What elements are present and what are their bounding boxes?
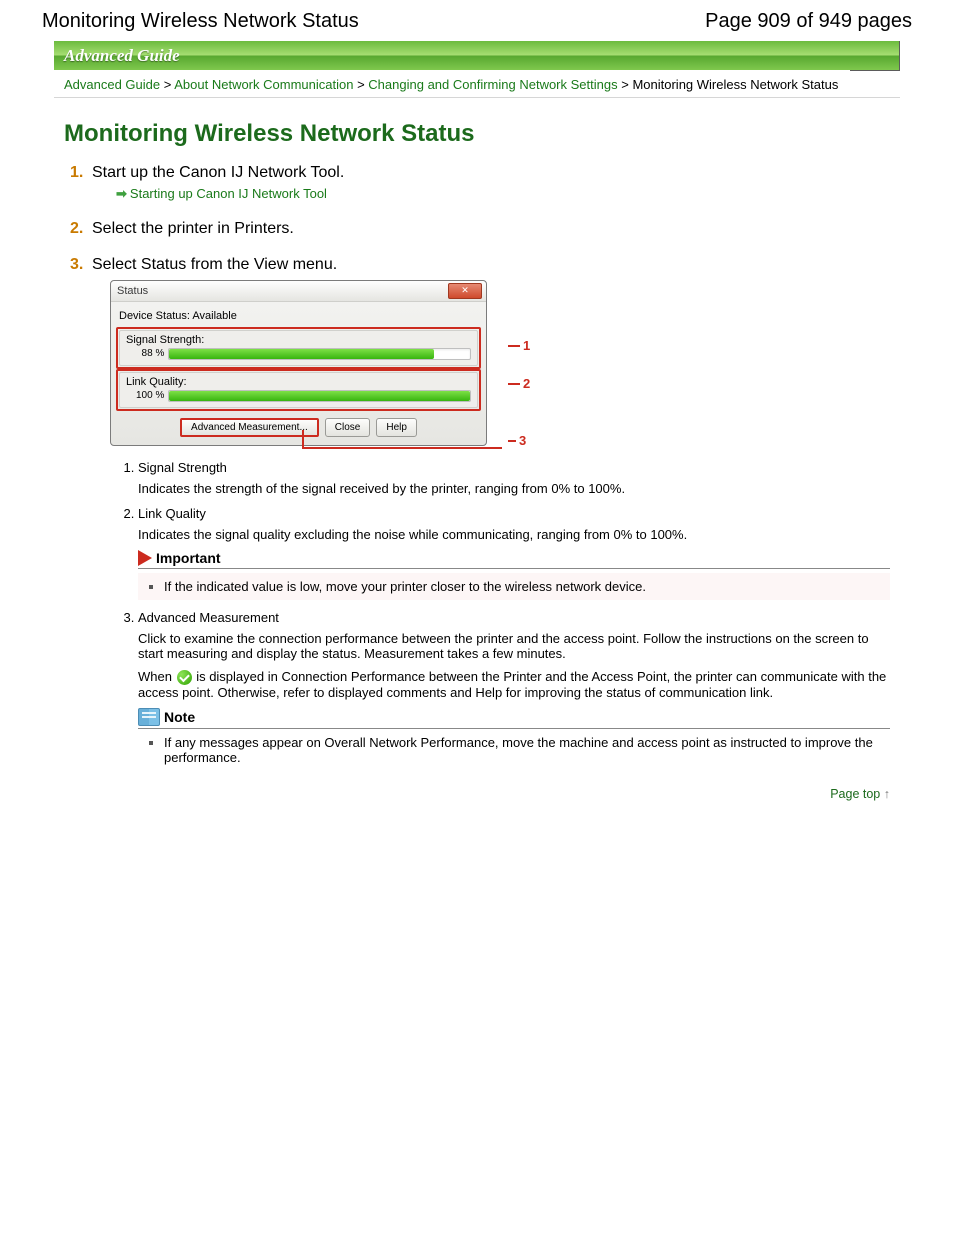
page-counter: Page 909 of 949 pages xyxy=(705,10,912,33)
important-text: If the indicated value is low, move your… xyxy=(164,579,646,594)
explain-3-heading: Advanced Measurement xyxy=(138,610,279,625)
explain-3-body2: When is displayed in Connection Performa… xyxy=(138,669,890,700)
close-button[interactable]: Close xyxy=(325,418,371,437)
signal-strength-bar xyxy=(168,348,471,360)
explain-3-body: Click to examine the connection performa… xyxy=(138,631,890,661)
explain-1: Signal Strength Indicates the strength o… xyxy=(138,460,890,496)
explain-2-body: Indicates the signal quality excluding t… xyxy=(138,527,890,542)
callout-1: 1 xyxy=(523,338,530,353)
breadcrumb-link-changing-confirming-network-settings[interactable]: Changing and Confirming Network Settings xyxy=(368,77,617,92)
status-dialog-buttons: Advanced Measurement... Close Help xyxy=(119,418,478,437)
explain-list: Signal Strength Indicates the strength o… xyxy=(92,460,890,769)
breadcrumb-link-advanced-guide[interactable]: Advanced Guide xyxy=(64,77,160,92)
breadcrumb-sep: > xyxy=(357,77,368,92)
step-2: Select the printer in Printers. xyxy=(64,220,890,238)
header: Monitoring Wireless Network Status Page … xyxy=(42,6,912,41)
note-title: Note xyxy=(164,709,195,725)
explain-1-body: Indicates the strength of the signal rec… xyxy=(138,481,890,496)
link-starting-up-canon-ij-network-tool[interactable]: Starting up Canon IJ Network Tool xyxy=(130,186,327,201)
page-top-link[interactable]: Page top ↑ xyxy=(64,787,890,801)
step-1: Start up the Canon IJ Network Tool. ➡Sta… xyxy=(64,164,890,202)
steps-list: Start up the Canon IJ Network Tool. ➡Sta… xyxy=(64,164,890,769)
explain-1-heading: Signal Strength xyxy=(138,460,227,475)
advanced-measurement-button[interactable]: Advanced Measurement... xyxy=(180,418,319,437)
step-1-text: Start up the Canon IJ Network Tool. xyxy=(92,164,344,181)
breadcrumb-sep: > xyxy=(621,77,632,92)
important-title: Important xyxy=(156,550,221,566)
link-quality-group: Link Quality: 100 % xyxy=(119,372,478,408)
signal-strength-label: Signal Strength: xyxy=(126,334,471,346)
arrow-icon: ➡ xyxy=(116,186,127,201)
note-box: Note If any messages appear on Overall N… xyxy=(138,708,890,769)
explain-2-heading: Link Quality xyxy=(138,506,206,521)
step-2-text: Select the printer in Printers. xyxy=(92,220,294,237)
signal-strength-group: Signal Strength: 88 % xyxy=(119,330,478,366)
signal-strength-value: 88 % xyxy=(126,348,164,359)
status-dialog-titlebar: Status ✕ xyxy=(111,281,486,302)
note-text: If any messages appear on Overall Networ… xyxy=(164,735,873,765)
callout-3: 3 xyxy=(519,433,526,448)
important-icon xyxy=(138,550,152,566)
explain-2: Link Quality Indicates the signal qualit… xyxy=(138,506,890,600)
breadcrumb-link-about-network-communication[interactable]: About Network Communication xyxy=(174,77,353,92)
link-quality-label: Link Quality: xyxy=(126,376,471,388)
breadcrumb: Advanced Guide > About Network Communica… xyxy=(54,70,900,98)
up-arrow-icon: ↑ xyxy=(884,787,890,801)
note-icon xyxy=(138,708,160,726)
status-dialog-title: Status xyxy=(117,285,148,297)
device-status-text: Device Status: Available xyxy=(119,308,478,324)
page-title-left: Monitoring Wireless Network Status xyxy=(42,10,359,33)
status-dialog-screenshot: Status ✕ Device Status: Available Signal… xyxy=(110,280,890,446)
link-quality-value: 100 % xyxy=(126,390,164,401)
breadcrumb-sep: > xyxy=(164,77,175,92)
article-title: Monitoring Wireless Network Status xyxy=(64,120,890,148)
link-quality-bar xyxy=(168,390,471,402)
breadcrumb-current: Monitoring Wireless Network Status xyxy=(632,77,838,92)
explain-3: Advanced Measurement Click to examine th… xyxy=(138,610,890,769)
step-3-text: Select Status from the View menu. xyxy=(92,256,337,273)
step-3: Select Status from the View menu. Status… xyxy=(64,256,890,769)
section-banner: Advanced Guide xyxy=(54,41,900,70)
help-button[interactable]: Help xyxy=(376,418,417,437)
status-dialog: Status ✕ Device Status: Available Signal… xyxy=(110,280,487,446)
close-icon[interactable]: ✕ xyxy=(448,283,482,299)
step-1-sublink: ➡Starting up Canon IJ Network Tool xyxy=(92,182,890,202)
important-box: Important If the indicated value is low,… xyxy=(138,550,890,600)
callout-2: 2 xyxy=(523,376,530,391)
checkmark-icon xyxy=(177,670,192,685)
